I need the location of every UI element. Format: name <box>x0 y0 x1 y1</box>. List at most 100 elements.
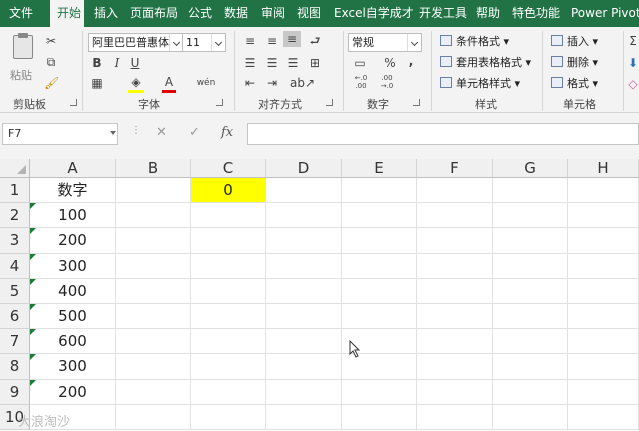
cell-a3[interactable]: 200 <box>30 228 116 254</box>
cell-a2[interactable]: 100 <box>30 203 116 229</box>
phonetic-icon[interactable]: wén <box>196 75 216 91</box>
cell-g10[interactable] <box>493 404 568 430</box>
borders-icon[interactable]: ▦ <box>90 75 104 91</box>
row-header[interactable]: 7 <box>0 329 30 355</box>
cell-b7[interactable] <box>116 329 191 355</box>
font-size-dropdown[interactable]: 11 <box>182 33 226 52</box>
cell-h3[interactable] <box>568 228 639 254</box>
align-center-icon[interactable]: ☰ <box>264 55 280 71</box>
cell-c10[interactable] <box>191 404 266 430</box>
cell-e1[interactable] <box>342 178 417 204</box>
cell-e6[interactable] <box>342 304 417 330</box>
cell-f2[interactable] <box>417 203 493 229</box>
row-header[interactable]: 2 <box>0 203 30 229</box>
font-color-icon[interactable]: A <box>162 74 176 93</box>
cell-d9[interactable] <box>266 379 342 405</box>
orientation-icon[interactable]: ab↗ <box>290 75 315 91</box>
column-header-e[interactable]: E <box>342 159 417 178</box>
alignment-launcher-icon[interactable] <box>326 99 333 106</box>
row-header[interactable]: 8 <box>0 354 30 380</box>
accounting-format-icon[interactable]: ▭ <box>352 55 368 71</box>
cell-d10[interactable] <box>266 404 342 430</box>
tab-developer[interactable]: 开发工具 <box>419 0 467 27</box>
cell-c5[interactable] <box>191 278 266 304</box>
cell-h7[interactable] <box>568 329 639 355</box>
delete-cells-button[interactable]: 删除 ▾ <box>551 55 598 71</box>
column-header-d[interactable]: D <box>266 159 342 178</box>
cell-c4[interactable] <box>191 253 266 279</box>
cell-f5[interactable] <box>417 278 493 304</box>
increase-decimal-icon[interactable]: ←.0.00 <box>352 74 370 90</box>
cell-g2[interactable] <box>493 203 568 229</box>
cell-b8[interactable] <box>116 354 191 380</box>
increase-indent-icon[interactable]: ⇥ <box>264 75 280 91</box>
underline-button[interactable]: U <box>128 55 142 71</box>
cell-d7[interactable] <box>266 329 342 355</box>
row-header[interactable]: 3 <box>0 228 30 254</box>
cell-g7[interactable] <box>493 329 568 355</box>
cell-e10[interactable] <box>342 404 417 430</box>
cell-h2[interactable] <box>568 203 639 229</box>
cell-a4[interactable]: 300 <box>30 253 116 279</box>
column-header-c[interactable]: C <box>191 159 266 178</box>
cell-f1[interactable] <box>417 178 493 204</box>
number-launcher-icon[interactable] <box>413 99 420 106</box>
cell-f7[interactable] <box>417 329 493 355</box>
cell-f8[interactable] <box>417 354 493 380</box>
tab-data[interactable]: 数据 <box>224 0 248 27</box>
select-all-button[interactable] <box>0 159 30 178</box>
italic-button[interactable]: I <box>110 55 124 71</box>
tab-file[interactable]: 文件 <box>9 0 33 27</box>
format-cells-button[interactable]: 格式 ▾ <box>551 76 598 92</box>
cell-b10[interactable] <box>116 404 191 430</box>
column-header-g[interactable]: G <box>493 159 568 178</box>
cell-b9[interactable] <box>116 379 191 405</box>
align-middle-icon[interactable]: ≡ <box>264 33 280 49</box>
cell-h5[interactable] <box>568 278 639 304</box>
insert-cells-button[interactable]: 插入 ▾ <box>551 34 598 50</box>
cell-f3[interactable] <box>417 228 493 254</box>
row-header[interactable]: 4 <box>0 253 30 279</box>
enter-icon[interactable]: ✓ <box>189 125 200 140</box>
cell-e2[interactable] <box>342 203 417 229</box>
worksheet-grid[interactable]: ABCDEFGH 1 数字 0 2 100 3 200 4 300 5 400 6 500 7 600 8 30… <box>0 159 639 431</box>
cell-a1[interactable]: 数字 <box>30 178 116 204</box>
cell-b2[interactable] <box>116 203 191 229</box>
tab-power-pivot[interactable]: Power Pivot <box>571 0 639 27</box>
tab-help[interactable]: 帮助 <box>476 0 500 27</box>
cell-h6[interactable] <box>568 304 639 330</box>
cell-e5[interactable] <box>342 278 417 304</box>
cell-c6[interactable] <box>191 304 266 330</box>
cell-g4[interactable] <box>493 253 568 279</box>
column-header-b[interactable]: B <box>116 159 191 178</box>
cell-h4[interactable] <box>568 253 639 279</box>
tab-excel-self-study[interactable]: Excel自学成才 <box>334 0 414 27</box>
align-bottom-icon[interactable]: ≡ <box>283 31 301 47</box>
merge-center-icon[interactable]: ⊞ <box>307 55 323 71</box>
paste-button[interactable]: 粘贴 <box>6 33 40 87</box>
decrease-decimal-icon[interactable]: .00 →.0 <box>378 74 396 90</box>
cell-d6[interactable] <box>266 304 342 330</box>
name-box[interactable]: F7 <box>2 123 118 145</box>
cell-h8[interactable] <box>568 354 639 380</box>
cell-e9[interactable] <box>342 379 417 405</box>
cell-d2[interactable] <box>266 203 342 229</box>
cell-d5[interactable] <box>266 278 342 304</box>
cell-b4[interactable] <box>116 253 191 279</box>
cell-f9[interactable] <box>417 379 493 405</box>
cell-d4[interactable] <box>266 253 342 279</box>
clipboard-launcher-icon[interactable] <box>70 99 77 106</box>
cell-g6[interactable] <box>493 304 568 330</box>
align-left-icon[interactable]: ☰ <box>242 55 258 71</box>
tab-formulas[interactable]: 公式 <box>188 0 212 27</box>
insert-function-icon[interactable]: fx <box>221 125 233 140</box>
format-painter-icon[interactable]: 🖌 <box>44 75 59 91</box>
cell-g9[interactable] <box>493 379 568 405</box>
align-right-icon[interactable]: ☰ <box>285 55 301 71</box>
cell-g5[interactable] <box>493 278 568 304</box>
bold-button[interactable]: B <box>90 55 104 71</box>
row-header[interactable]: 5 <box>0 278 30 304</box>
cell-b5[interactable] <box>116 278 191 304</box>
cell-b3[interactable] <box>116 228 191 254</box>
cell-e4[interactable] <box>342 253 417 279</box>
